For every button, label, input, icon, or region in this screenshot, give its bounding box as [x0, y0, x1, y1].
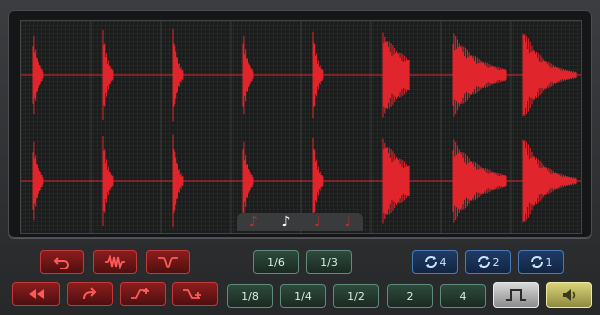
- division-label: 1/8: [241, 289, 259, 303]
- division-label: 1/2: [347, 289, 365, 303]
- gate-button[interactable]: [493, 282, 539, 308]
- undo-icon: [53, 257, 69, 269]
- note-value-3[interactable]: ♩: [345, 214, 352, 230]
- division-1-6-button[interactable]: 1/6: [253, 250, 299, 274]
- repeat-icon: [477, 256, 490, 268]
- wave-shape-button[interactable]: [93, 250, 137, 274]
- note-value-2[interactable]: ♩: [314, 214, 321, 230]
- division-4-button[interactable]: 4: [440, 284, 486, 308]
- dip-curve-icon: [158, 257, 178, 268]
- repeat-label: 2: [492, 255, 500, 269]
- repeat-label: 4: [439, 255, 447, 269]
- repeat-label: 1: [545, 255, 553, 269]
- fade-in-button[interactable]: [120, 282, 166, 306]
- division-label: 1/3: [320, 255, 338, 269]
- repeat-icon: [530, 256, 543, 268]
- filter-dip-button[interactable]: [146, 250, 190, 274]
- repeat-icon: [424, 256, 437, 268]
- redo-button[interactable]: [67, 282, 113, 306]
- division-1-4-button[interactable]: 1/4: [280, 284, 326, 308]
- rewind-icon: [29, 289, 44, 299]
- repeat-2-button[interactable]: 2: [465, 250, 511, 274]
- wave-icon: [105, 255, 125, 269]
- note-value-1[interactable]: ♪: [282, 214, 291, 230]
- rewind-button[interactable]: [12, 282, 60, 306]
- division-label: 4: [459, 289, 467, 303]
- note-value-0[interactable]: ♪: [249, 214, 258, 230]
- undo-button[interactable]: [40, 250, 84, 274]
- fade-in-icon: [131, 288, 149, 299]
- speaker-icon: [563, 289, 576, 301]
- fade-out-icon: [183, 289, 201, 299]
- division-1-3-button[interactable]: 1/3: [306, 250, 352, 274]
- division-1-2-button[interactable]: 1/2: [333, 284, 379, 308]
- division-label: 2: [406, 289, 414, 303]
- repeat-1-button[interactable]: 1: [518, 250, 564, 274]
- square-pulse-icon: [506, 289, 526, 301]
- waveform-canvas: [21, 21, 581, 233]
- division-label: 1/4: [294, 289, 312, 303]
- repeat-4-button[interactable]: 4: [412, 250, 458, 274]
- fade-out-button[interactable]: [172, 282, 218, 306]
- division-1-8-button[interactable]: 1/8: [227, 284, 273, 308]
- division-2-button[interactable]: 2: [387, 284, 433, 308]
- waveform-display[interactable]: [20, 20, 582, 234]
- speaker-button[interactable]: [546, 282, 592, 308]
- redo-icon: [83, 287, 97, 300]
- division-label: 1/6: [267, 255, 285, 269]
- note-value-selector: ♪ ♪ ♩ ♩: [237, 213, 363, 231]
